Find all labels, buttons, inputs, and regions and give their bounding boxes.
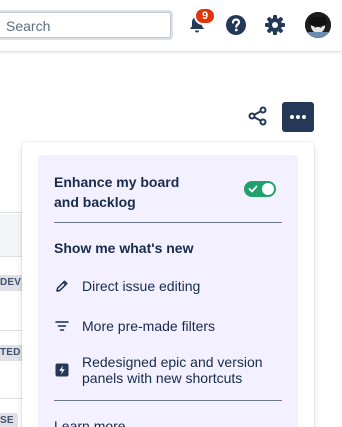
feature-label: More pre-made filters — [82, 318, 216, 334]
settings-button[interactable] — [262, 12, 288, 38]
filter-icon — [54, 318, 70, 334]
pencil-icon — [54, 278, 70, 294]
gear-icon — [265, 15, 285, 35]
toggle-knob — [262, 183, 274, 195]
whats-new-panel: Enhance my board and backlog Show me wha… — [38, 155, 298, 427]
help-icon — [226, 15, 246, 35]
divider — [54, 400, 282, 401]
checkmark-icon — [248, 185, 258, 193]
search-input[interactable]: Search — [0, 10, 173, 40]
feature-item-direct-issue-editing[interactable]: Direct issue editing — [54, 278, 282, 294]
enhance-board-label: Enhance my board and backlog — [54, 174, 180, 210]
more-icon — [290, 115, 306, 119]
notification-count-badge: 9 — [194, 7, 216, 25]
more-actions-button[interactable] — [282, 102, 314, 132]
status-lozenge: SE — [0, 413, 18, 427]
share-icon — [248, 106, 267, 126]
feature-item-redesigned-panels[interactable]: Redesigned epic and version panels with … — [54, 354, 282, 386]
feature-label: Redesigned epic and version panels with … — [82, 354, 263, 386]
avatar[interactable] — [305, 12, 331, 38]
top-navigation-bar: Search 9 — [0, 0, 342, 52]
whats-new-popup: Enhance my board and backlog Show me wha… — [22, 142, 314, 427]
lightning-icon — [54, 362, 70, 378]
profile-picture-icon — [305, 12, 331, 38]
divider — [54, 222, 282, 223]
learn-more-link[interactable]: Learn more — [54, 418, 126, 427]
share-button[interactable] — [246, 104, 270, 128]
whats-new-heading: Show me what's new — [54, 240, 194, 256]
feature-item-pre-made-filters[interactable]: More pre-made filters — [54, 318, 282, 334]
status-lozenge: TED — [0, 345, 25, 361]
help-button[interactable] — [223, 12, 249, 38]
feature-label: Direct issue editing — [82, 278, 201, 294]
enhance-board-toggle[interactable] — [244, 181, 276, 197]
